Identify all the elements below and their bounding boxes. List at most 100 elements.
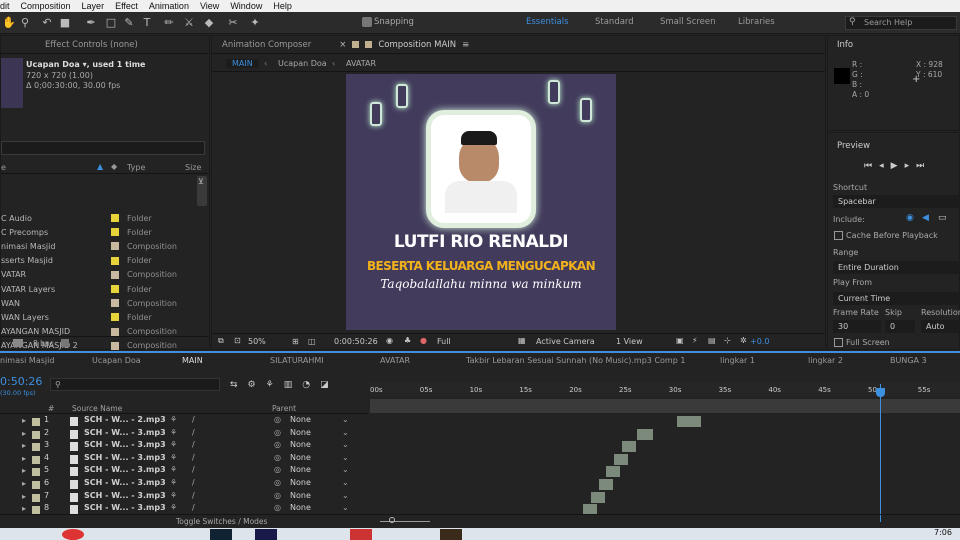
shy-switch-icon[interactable]: ⚘ <box>170 478 177 487</box>
fx-switch-icon[interactable]: / <box>192 491 195 500</box>
col-parent[interactable]: Parent <box>272 404 296 413</box>
playfrom-select[interactable]: Current Time <box>833 292 960 305</box>
comp-flow-icon[interactable]: ⇆ <box>230 380 248 390</box>
expand-arrow-icon[interactable]: ▸ <box>22 454 26 463</box>
graph-editor-icon[interactable]: ◪ <box>320 380 339 390</box>
overlay-icon[interactable]: ▭ <box>938 213 947 223</box>
expand-arrow-icon[interactable]: ▸ <box>22 416 26 425</box>
parent-select[interactable]: None <box>290 478 311 487</box>
menu-edit[interactable]: dit <box>0 1 10 11</box>
layer-bar[interactable] <box>622 441 636 453</box>
col-source[interactable]: Source Name <box>72 404 122 413</box>
timeline-tab[interactable]: Ucapan Doa <box>92 356 141 365</box>
menu-composition[interactable]: Composition <box>21 1 71 11</box>
toggle-pixel-icon[interactable]: ▣ <box>676 336 684 345</box>
shy-icon[interactable]: ⚘ <box>266 380 284 390</box>
layer-row[interactable]: ▸ 1 SCH - W... - 2.mp3 ⚘ / ◎ None ⌄ <box>0 415 370 428</box>
menu-window[interactable]: Window <box>230 1 262 11</box>
project-item[interactable]: sserts Masjid Folder <box>1 254 206 268</box>
timeline-tab[interactable]: AVATAR <box>380 356 410 365</box>
project-item[interactable]: C Audio Folder <box>1 211 206 225</box>
fx-switch-icon[interactable]: / <box>192 440 195 449</box>
menu-help[interactable]: Help <box>273 1 292 11</box>
fx-switch-icon[interactable]: / <box>192 453 195 462</box>
hand-icon[interactable]: ✋ <box>2 16 16 30</box>
composition-canvas[interactable]: LUTFI RIO RENALDI BESERTA KELUARGA MENGU… <box>346 74 616 330</box>
workspace-libraries[interactable]: Libraries <box>738 17 775 27</box>
app-icon[interactable] <box>350 529 372 540</box>
last-frame-icon[interactable]: ⏭ <box>916 161 931 171</box>
layer-bar[interactable] <box>591 491 605 503</box>
skip-select[interactable]: 0 <box>885 320 915 333</box>
shy-switch-icon[interactable]: ⚘ <box>170 503 177 512</box>
brush-icon[interactable]: ✏ <box>162 16 176 30</box>
workspace-standard[interactable]: Standard <box>595 17 634 27</box>
breadcrumb-main[interactable]: MAIN <box>226 59 259 68</box>
expand-arrow-icon[interactable]: ▸ <box>22 504 26 513</box>
chrome-icon[interactable] <box>62 529 84 540</box>
expand-arrow-icon[interactable]: ▸ <box>22 466 26 475</box>
illustrator-icon[interactable] <box>440 529 462 540</box>
timeline-tab[interactable]: BUNGA 3 <box>890 356 927 365</box>
pickwhip-icon[interactable]: ◎ <box>274 491 281 500</box>
parent-select[interactable]: None <box>290 465 311 474</box>
fx-switch-icon[interactable]: / <box>192 478 195 487</box>
pickwhip-icon[interactable]: ◎ <box>274 478 281 487</box>
playhead-handle[interactable] <box>876 388 885 397</box>
layer-bar[interactable] <box>606 466 620 478</box>
roto-icon[interactable]: ✂ <box>226 16 240 30</box>
cache-checkbox[interactable] <box>834 231 843 240</box>
pen-tool-icon[interactable]: ✎ <box>122 16 136 30</box>
expand-arrow-icon[interactable]: ▸ <box>22 429 26 438</box>
breadcrumb-avatar[interactable]: AVATAR <box>346 59 376 68</box>
shape-icon[interactable]: □ <box>104 16 118 30</box>
framerate-select[interactable]: 30 <box>833 320 881 333</box>
rotate-icon[interactable]: ↶ <box>40 16 54 30</box>
parent-select[interactable]: None <box>290 415 311 424</box>
project-item[interactable]: WAN Composition <box>1 296 206 310</box>
parent-select[interactable]: None <box>290 453 311 462</box>
show-snapshot-icon[interactable]: ♣ <box>404 336 411 345</box>
parent-select[interactable]: None <box>290 428 311 437</box>
clone-icon[interactable]: ⚔ <box>182 16 196 30</box>
project-item[interactable]: VATAR Composition <box>1 268 206 282</box>
search-help-input[interactable]: Search Help <box>845 16 957 30</box>
region-icon[interactable]: ⊡ <box>234 336 241 345</box>
play-icon[interactable]: ▶ <box>891 161 905 171</box>
aftereffects-icon[interactable] <box>255 529 277 540</box>
zoom-slider[interactable] <box>380 521 430 522</box>
expand-arrow-icon[interactable]: ▸ <box>22 479 26 488</box>
expand-arrow-icon[interactable]: ▸ <box>22 441 26 450</box>
range-select[interactable]: Entire Duration <box>833 261 960 274</box>
video-icon[interactable]: ◉ <box>906 213 914 223</box>
timeline-tab[interactable]: Takbir Lebaran Sesuai Sunnah (No Music).… <box>466 356 685 365</box>
view-layout-select[interactable]: 1 View <box>616 337 643 346</box>
menu-effect[interactable]: Effect <box>115 1 138 11</box>
pickwhip-icon[interactable]: ◎ <box>274 440 281 449</box>
parent-select[interactable]: None <box>290 503 311 512</box>
color-channel-icon[interactable]: ● <box>420 336 427 345</box>
timeline-tab[interactable]: nimasi Masjid <box>0 356 54 365</box>
fx-switch-icon[interactable]: / <box>192 428 195 437</box>
type-icon[interactable]: T <box>140 16 154 30</box>
pickwhip-icon[interactable]: ◎ <box>274 453 281 462</box>
next-frame-icon[interactable]: ▸ <box>905 161 917 171</box>
flowchart-icon[interactable]: ⊹ <box>724 336 731 345</box>
shy-switch-icon[interactable]: ⚘ <box>170 428 177 437</box>
camera-select[interactable]: Active Camera <box>536 337 595 346</box>
layer-row[interactable]: ▸ 4 SCH - W... - 3.mp3 ⚘ / ◎ None ⌄ <box>0 453 370 466</box>
workspace-small-screen[interactable]: Small Screen <box>660 17 716 27</box>
sort-asc-icon[interactable]: ▲ <box>97 162 103 171</box>
pickwhip-icon[interactable]: ◎ <box>274 465 281 474</box>
resolution-select[interactable]: Full <box>437 337 451 346</box>
project-item[interactable]: WAN Layers Folder <box>1 310 206 324</box>
timeline-timecode[interactable]: 0:50:26 <box>0 375 42 388</box>
layer-search-input[interactable]: ⚲ <box>50 378 220 391</box>
pickwhip-icon[interactable]: ◎ <box>274 503 281 512</box>
photoshop-icon[interactable] <box>210 529 232 540</box>
audio-icon[interactable]: ◀ <box>922 213 929 223</box>
exposure-icon[interactable]: ✲ <box>740 336 747 345</box>
fx-switch-icon[interactable]: / <box>192 415 195 424</box>
trash-icon[interactable] <box>61 339 69 347</box>
layer-bar[interactable] <box>599 479 613 490</box>
